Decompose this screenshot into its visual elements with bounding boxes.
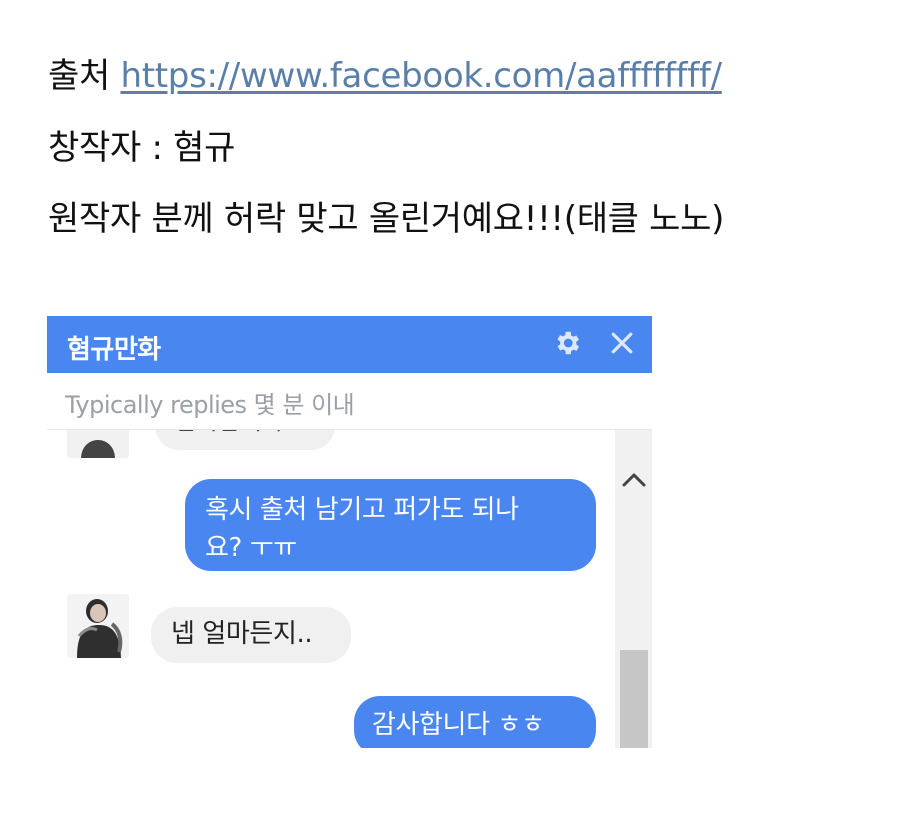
reply-time-subtitle: Typically replies 몇 분 이내 [65, 391, 355, 419]
permission-line: 원작자 분께 허락 맞고 올린거예요!!!(태클 노노) [48, 199, 725, 239]
source-label: 출처 [48, 56, 110, 96]
gear-icon[interactable] [552, 328, 582, 358]
vertical-scrollbar[interactable] [615, 430, 652, 748]
message-text: 감사합니다 ㅎㅎ [372, 710, 545, 740]
message-bubble-outgoing: 감사합니다 ㅎㅎ [354, 696, 596, 748]
message-bubble-outgoing: 혹시 출처 남기고 퍼가도 되나 요? ㅜㅠ [185, 479, 596, 571]
source-link[interactable]: https://www.facebook.com/aaffffffff/ [120, 56, 722, 96]
message-text: 혹시 출처 남기고 퍼가도 되나 요? ㅜㅠ [205, 495, 519, 563]
message-list: 감사합니다.. 혹시 출처 남기고 퍼가도 되나 요? ㅜㅠ 넵 얼마든지.. … [47, 430, 615, 748]
chat-header: 혐규만화 [47, 316, 652, 373]
close-icon[interactable] [607, 328, 637, 358]
chat-title: 혐규만화 [67, 335, 161, 365]
source-line: 출처 https://www.facebook.com/aaffffffff/ [48, 54, 722, 98]
message-text: 넵 얼마든지.. [171, 619, 313, 649]
scroll-thumb[interactable] [620, 650, 648, 748]
message-text: 감사합니다.. [175, 430, 298, 438]
avatar [67, 594, 129, 658]
chat-subheader: Typically replies 몇 분 이내 [47, 373, 652, 430]
chat-screenshot: 혐규만화 Typically replies 몇 분 이내 감사합니다.. 혹시… [47, 316, 652, 748]
message-bubble-incoming: 넵 얼마든지.. [151, 607, 351, 663]
avatar [67, 430, 129, 458]
chevron-up-icon[interactable] [621, 470, 647, 490]
message-bubble-incoming: 감사합니다.. [155, 430, 335, 450]
creator-line: 창작자 : 혐규 [48, 128, 236, 168]
